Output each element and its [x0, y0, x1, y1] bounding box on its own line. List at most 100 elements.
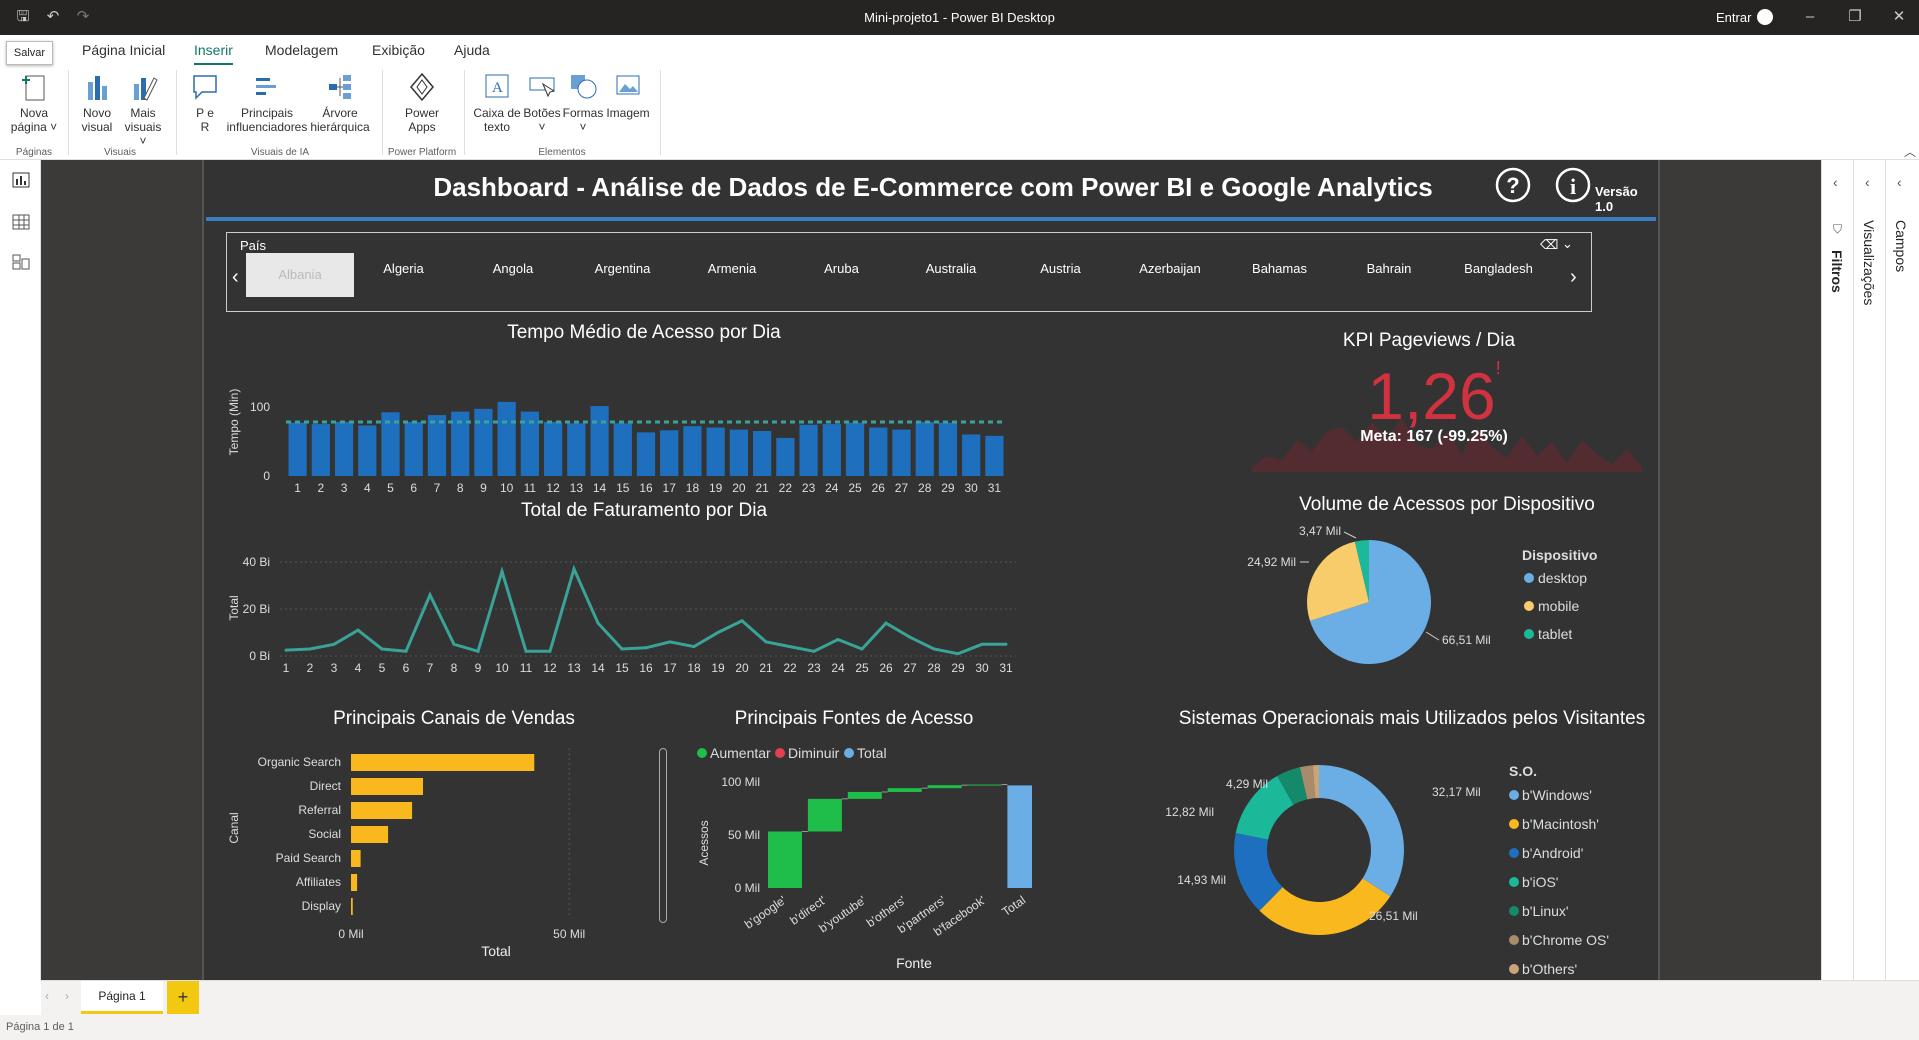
device-label-line: [1425, 631, 1440, 641]
slicer-item-armenia[interactable]: Armenia: [684, 261, 780, 276]
os-legend-dot: [1509, 877, 1519, 887]
model-view-icon[interactable]: [12, 254, 30, 270]
fat-xtick: 31: [999, 661, 1013, 675]
slicer-item-argentina[interactable]: Argentina: [575, 261, 671, 276]
os-legend-label: b'Android': [1522, 845, 1583, 861]
channels-ytick: Direct: [310, 779, 342, 793]
fat-ytick: 40 Bi: [243, 555, 270, 569]
buttons-button[interactable]: Botões ˅: [522, 70, 562, 134]
os-donut-chart[interactable]: 32,17 Mil 26,51 Mil 14,93 Mil 12,82 Mil 4,29…: [1164, 738, 1660, 978]
buttons-icon: [529, 77, 556, 98]
slicer-item-angola[interactable]: Angola: [465, 261, 561, 276]
slicer-label: País: [240, 238, 267, 253]
qa-button[interactable]: P e R: [188, 70, 222, 134]
visualizations-pane[interactable]: ‹ Visualizações: [1853, 160, 1885, 980]
tempo-xtick: 5: [387, 481, 394, 495]
help-icon[interactable]: ?: [1495, 167, 1531, 203]
fields-label: Campos: [1893, 220, 1909, 273]
sources-waterfall-chart[interactable]: Aumentar Diminuir Total Acessos 100 Mil 50 Mi…: [692, 738, 1032, 978]
expand-filters-icon[interactable]: ‹: [1833, 174, 1838, 190]
slicer-item-azerbaijan[interactable]: Azerbaijan: [1122, 261, 1218, 276]
eraser-icon[interactable]: ⌫: [1540, 237, 1558, 253]
fields-pane[interactable]: ‹ Campos: [1885, 160, 1917, 980]
filters-label: Filtros: [1829, 250, 1845, 293]
tempo-xtick: 29: [941, 481, 955, 495]
close-icon[interactable]: ✕: [1888, 6, 1910, 28]
new-page-button[interactable]: Nova página ˅: [10, 70, 58, 134]
tab-scroll-left-icon[interactable]: ‹: [45, 989, 49, 1003]
tempo-bar: [543, 422, 563, 476]
collapse-ribbon-icon[interactable]: ︿: [1904, 143, 1916, 160]
slicer-item-aruba[interactable]: Aruba: [794, 261, 890, 276]
new-visual-icon: [88, 76, 107, 100]
signin-link[interactable]: Entrar: [1716, 10, 1751, 25]
kpi-value: 1,26!: [1367, 358, 1501, 433]
tempo-chart[interactable]: Tempo (Min) 10001 2 3 4 5 6 7 8 9 10 11 12 13 14 15 16 17…: [226, 352, 1166, 502]
user-avatar[interactable]: [1757, 9, 1773, 25]
image-button[interactable]: Imagem: [604, 70, 652, 120]
new-page-icon: [22, 75, 45, 101]
expand-fields-icon[interactable]: ‹: [1897, 174, 1902, 190]
os-legend-dot: [1509, 848, 1519, 858]
slicer-item-bahamas[interactable]: Bahamas: [1232, 261, 1328, 276]
slicer-item-bangladesh[interactable]: Bangladesh: [1451, 261, 1547, 276]
channels-scrollbar[interactable]: [659, 748, 667, 923]
decomposition-tree-button[interactable]: Árvore hierárquica: [310, 70, 370, 134]
tempo-xtick: 23: [802, 481, 816, 495]
tab-pagina-1[interactable]: Página 1: [81, 981, 163, 1014]
more-visuals-icon: [134, 77, 158, 101]
text-box-button[interactable]: A Caixa de texto: [472, 70, 522, 134]
fat-xtick: 1: [283, 661, 290, 675]
slicer-item-austria[interactable]: Austria: [1013, 261, 1109, 276]
sources-bar: [768, 831, 802, 888]
device-legend-label: tablet: [1538, 626, 1572, 642]
svg-text:?: ?: [1506, 173, 1519, 198]
version-label: Versão 1.0: [1595, 184, 1638, 214]
chevron-down-icon[interactable]: ⌄: [1562, 236, 1573, 252]
add-page-button[interactable]: +: [167, 981, 199, 1014]
faturamento-chart[interactable]: Total40 Bi20 Bi0 Bi1 2 3 4 5 6 7 8 9 10 11 12 13 14 15…: [226, 528, 1166, 676]
slicer-item-albania[interactable]: Albania: [246, 253, 354, 297]
data-view-icon[interactable]: [12, 214, 30, 230]
sources-legend-dot: [844, 748, 854, 758]
power-apps-button[interactable]: Power Apps: [396, 70, 448, 134]
text-box-icon: A: [485, 74, 509, 98]
new-visual-button[interactable]: Novo visual: [78, 70, 116, 134]
tempo-bar: [334, 422, 354, 476]
tab-exibicao[interactable]: Exibição: [372, 42, 425, 58]
device-pie-chart[interactable]: 66,51 Mil 24,92 Mil 3,47 Mil Dispositivo des…: [1244, 522, 1654, 672]
tab-inserir[interactable]: Inserir: [194, 42, 233, 66]
tempo-xtick: 7: [434, 481, 441, 495]
filters-pane[interactable]: ‹ ⛉ Filtros: [1821, 160, 1853, 980]
tab-pagina-inicial[interactable]: Página Inicial: [82, 42, 165, 58]
slicer-item-australia[interactable]: Australia: [903, 261, 999, 276]
report-view-icon[interactable]: [12, 172, 30, 188]
slicer-item-algeria[interactable]: Algeria: [356, 261, 452, 276]
right-panes: ‹ ⛉ Filtros ‹ Visualizações ‹ Campos: [1821, 160, 1919, 980]
tab-scroll-right-icon[interactable]: ›: [65, 989, 69, 1003]
shapes-button[interactable]: Formas ˅: [562, 70, 604, 134]
more-visuals-button[interactable]: Mais visuais ˅: [122, 70, 164, 148]
tempo-bar: [358, 425, 377, 476]
channels-chart-title: Principais Canais de Vendas: [333, 708, 575, 729]
ribbon: Nova página ˅ Novo visual Mais visuais ˅…: [0, 65, 1919, 160]
faturamento-chart-title: Total de Faturamento por Dia: [520, 500, 768, 521]
key-influencers-button[interactable]: Principais influenciadores: [226, 70, 308, 134]
expand-visualizations-icon[interactable]: ‹: [1865, 174, 1870, 190]
channels-bar-chart[interactable]: Canal Organic Search Direct Referral Social P…: [226, 738, 656, 978]
group-paginas: Páginas: [15, 147, 53, 158]
restore-icon[interactable]: ❐: [1844, 6, 1866, 28]
tempo-xtick: 24: [825, 481, 839, 495]
filter-icon: ⛉: [1833, 222, 1843, 236]
slicer-prev-icon[interactable]: ‹: [232, 266, 239, 289]
sources-xlabel: Fonte: [896, 955, 932, 971]
os-value-label: 14,93 Mil: [1177, 873, 1226, 887]
info-icon[interactable]: i: [1555, 167, 1591, 203]
slicer-item-bahrain[interactable]: Bahrain: [1341, 261, 1437, 276]
slicer-next-icon[interactable]: ›: [1570, 266, 1577, 289]
minimize-icon[interactable]: –: [1799, 6, 1821, 28]
tempo-xtick: 11: [524, 481, 537, 495]
fat-xtick: 23: [807, 661, 821, 675]
tab-ajuda[interactable]: Ajuda: [454, 42, 490, 58]
tab-modelagem[interactable]: Modelagem: [265, 42, 338, 58]
